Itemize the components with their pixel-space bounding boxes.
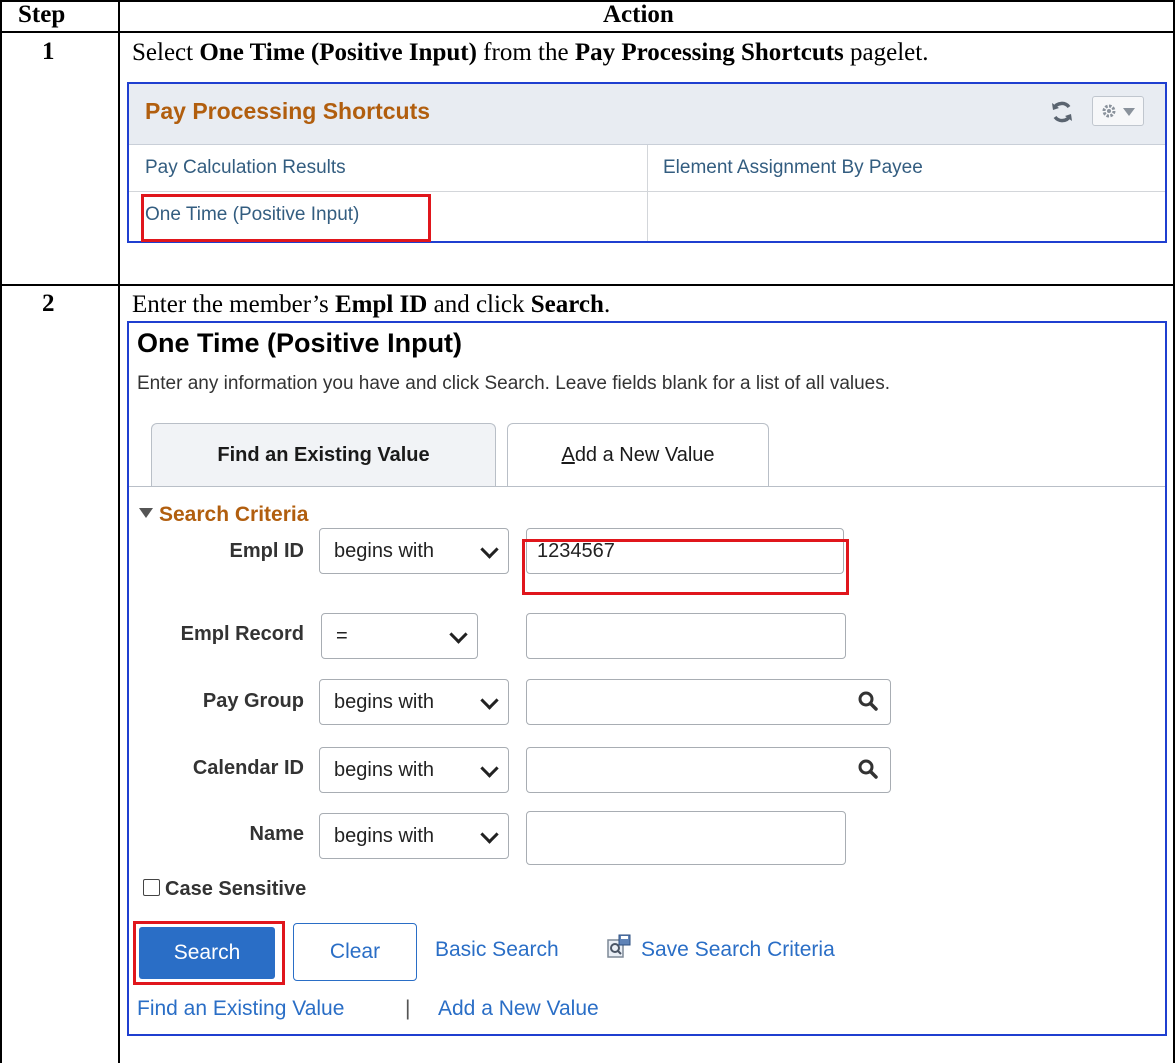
save-search-criteria-link[interactable]: Save Search Criteria [641,938,835,962]
bottom-link-find-existing-value[interactable]: Find an Existing Value [137,997,344,1021]
tab-find-existing-value[interactable]: Find an Existing Value [151,423,496,487]
table-border-left [0,0,2,1063]
header-step: Step [18,1,66,28]
table-border-row1 [0,284,1175,286]
pay-group-input[interactable] [526,679,891,725]
bottom-link-add-new-value[interactable]: Add a New Value [438,997,599,1021]
chevron-down-icon [449,625,468,644]
caret-down-icon [1123,108,1135,116]
empl-id-label: Empl ID [229,540,304,562]
search-criteria-heading[interactable]: Search Criteria [139,503,308,527]
highlight-box [133,921,285,985]
pagelet-title: Pay Processing Shortcuts [145,98,431,124]
empl-record-label: Empl Record [180,623,304,645]
refresh-icon[interactable] [1048,98,1076,126]
basic-search-link[interactable]: Basic Search [435,938,559,962]
calendar-id-input[interactable] [526,747,891,793]
link-separator: | [405,997,411,1020]
pagelet-header: Pay Processing Shortcuts [129,84,1165,145]
table-border-top [0,0,1175,2]
search-lookup-icon[interactable] [858,759,878,779]
table-border-header [0,31,1175,33]
name-input[interactable] [526,811,846,865]
step1-instruction: Select One Time (Positive Input) from th… [132,39,929,66]
page-description: Enter any information you have and click… [137,373,891,394]
save-search-icon[interactable] [606,934,632,960]
table-border-col [118,0,120,1063]
chevron-down-icon [480,759,499,778]
highlight-box [141,194,431,242]
checkbox-box[interactable] [143,879,160,897]
step-number-1: 1 [42,38,55,65]
clear-button[interactable]: Clear [293,923,417,981]
step2-instruction: Enter the member’s Empl ID and click Sea… [132,291,611,318]
name-operator-select[interactable]: begins with [319,813,509,859]
calendar-id-operator-select[interactable]: begins with [319,747,509,793]
highlight-box [522,539,849,595]
search-page: One Time (Positive Input) Enter any info… [127,321,1167,1036]
gear-icon [1102,104,1116,118]
link-pay-calculation-results[interactable]: Pay Calculation Results [145,145,346,191]
case-sensitive-checkbox[interactable]: Case Sensitive [143,878,306,901]
pay-group-label: Pay Group [202,690,304,712]
pay-processing-shortcuts-pagelet: Pay Processing Shortcuts Pay Calculation… [127,82,1167,243]
step-number-2: 2 [42,290,55,317]
tab-divider [129,486,1165,487]
empl-record-input[interactable] [526,613,846,659]
link-element-assignment-by-payee[interactable]: Element Assignment By Payee [663,145,923,191]
header-action: Action [603,1,674,28]
pay-group-operator-select[interactable]: begins with [319,679,509,725]
calendar-id-label: Calendar ID [192,757,304,779]
chevron-down-icon [480,825,499,844]
empl-id-operator-select[interactable]: begins with [319,528,509,574]
empl-record-operator-select[interactable]: = [321,613,478,659]
chevron-down-icon [480,540,499,559]
collapse-triangle-icon [139,508,153,519]
pagelet-column-divider [647,145,648,241]
pagelet-options-button[interactable] [1092,96,1144,126]
search-lookup-icon[interactable] [858,691,878,711]
page-title: One Time (Positive Input) [137,328,463,358]
tab-add-new-value[interactable]: Add a New Value [507,423,769,487]
name-label: Name [249,823,304,845]
chevron-down-icon [480,691,499,710]
